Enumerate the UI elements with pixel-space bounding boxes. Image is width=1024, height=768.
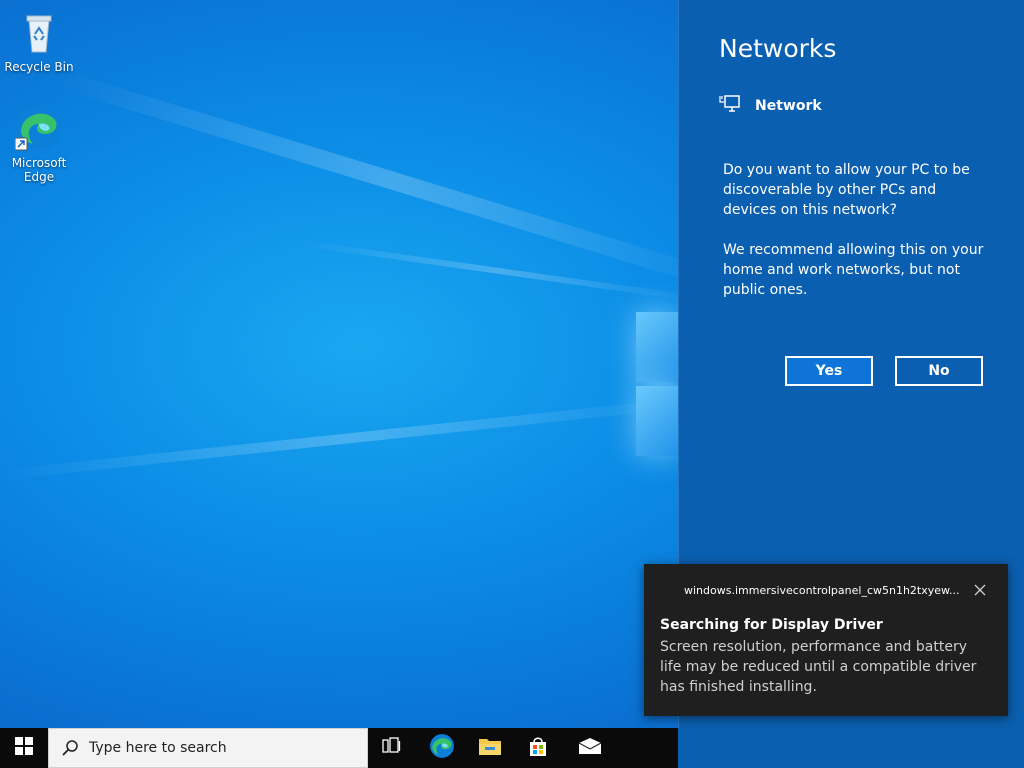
start-button[interactable]	[0, 728, 48, 768]
recycle-bin-icon	[15, 8, 63, 56]
flyout-title: Networks	[719, 34, 837, 63]
edge-taskbar-button[interactable]	[418, 728, 466, 768]
network-entry[interactable]: Network	[719, 94, 822, 118]
close-icon[interactable]	[970, 580, 990, 600]
discoverable-question: Do you want to allow your PC to be disco…	[723, 162, 970, 218]
wallpaper-logo-pane	[636, 386, 678, 456]
search-icon	[61, 739, 79, 757]
desktop-icon-label: Microsoft Edge	[11, 156, 67, 184]
network-icon	[719, 94, 741, 118]
windows-start-icon	[15, 737, 33, 759]
yes-button[interactable]: Yes	[785, 356, 873, 386]
wallpaper-logo-pane	[636, 312, 678, 382]
toast-body: Screen resolution, performance and batte…	[660, 639, 977, 695]
taskbar-flyout-area	[678, 728, 1024, 768]
toast-app-name: windows.immersivecontrolpanel_cw5n1h2txy…	[684, 584, 960, 597]
notification-toast[interactable]: windows.immersivecontrolpanel_cw5n1h2txy…	[644, 564, 1008, 716]
network-name: Network	[755, 98, 822, 114]
no-button[interactable]: No	[895, 356, 983, 386]
desktop-icon-recycle-bin[interactable]: Recycle Bin	[3, 8, 75, 74]
file-explorer-icon	[478, 736, 502, 760]
search-placeholder: Type here to search	[89, 740, 227, 756]
taskbar-search-box[interactable]: Type here to search	[48, 728, 368, 768]
desktop-icon-label: Recycle Bin	[4, 60, 74, 74]
task-view-icon	[382, 737, 402, 759]
mail-icon	[578, 737, 602, 759]
store-button[interactable]	[514, 728, 562, 768]
toast-title: Searching for Display Driver	[660, 617, 883, 633]
recommendation-text: We recommend allowing this on your home …	[723, 242, 984, 298]
desktop-icon-microsoft-edge[interactable]: Microsoft Edge	[3, 104, 75, 184]
taskbar: Type here to search	[0, 728, 678, 768]
edge-icon	[14, 104, 63, 152]
task-view-button[interactable]	[368, 728, 416, 768]
mail-button[interactable]	[566, 728, 614, 768]
file-explorer-button[interactable]	[466, 728, 514, 768]
edge-icon	[429, 733, 455, 763]
store-icon	[527, 735, 549, 761]
